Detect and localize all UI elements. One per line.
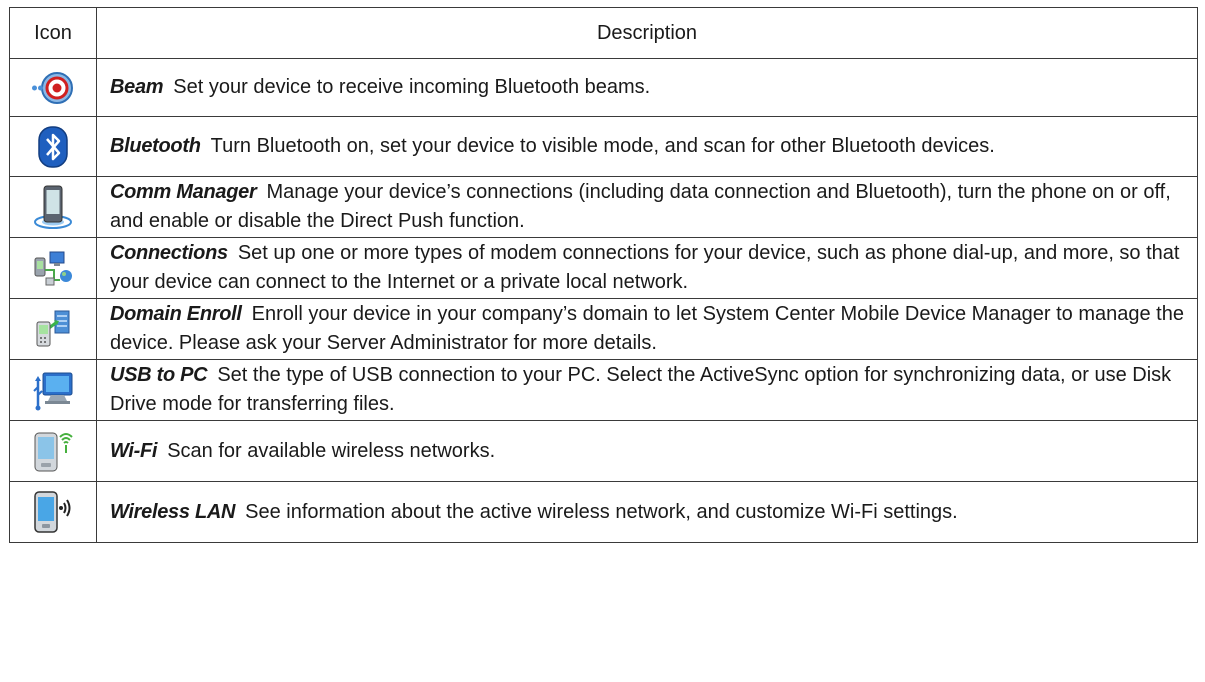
table-row: Connections Set up one or more types of m… (9, 237, 1198, 299)
term-label: Comm Manager (110, 181, 257, 203)
icon-cell (9, 116, 97, 177)
icon-cell (9, 237, 97, 299)
description-text: Scan for available wireless networks. (167, 439, 496, 462)
description-text: See information about the active wireles… (245, 500, 958, 523)
comm-manager-icon (34, 185, 72, 229)
table-row: Wireless LAN See information about the ac… (9, 481, 1198, 543)
table-row: Bluetooth Turn Bluetooth on, set your dev… (9, 116, 1198, 177)
description-column-header: Description (96, 7, 1198, 59)
connections-icon (34, 251, 72, 286)
term-label: Connections (110, 242, 228, 264)
table-row: Comm Manager Manage your device’s connect… (9, 176, 1198, 238)
wifi-icon (34, 432, 73, 472)
connections-icon-table: Icon Description Beam Set your device to … (9, 7, 1198, 543)
bluetooth-icon (38, 125, 68, 168)
description-text: Manage your device’s connections (includ… (110, 181, 1171, 232)
term-label: Wireless LAN (110, 500, 236, 523)
description-text: Set up one or more types of modem connec… (110, 242, 1180, 293)
table-row: Wi-Fi Scan for available wireless network… (9, 420, 1198, 482)
table-row: Beam Set your device to receive incoming … (9, 58, 1198, 117)
icon-cell (9, 298, 97, 360)
icon-cell (9, 176, 97, 238)
term-label: Beam (110, 76, 164, 98)
description-cell: Wi-Fi Scan for available wireless network… (96, 420, 1198, 482)
description-cell: Comm Manager Manage your device’s connect… (96, 176, 1198, 238)
description-cell: Bluetooth Turn Bluetooth on, set your dev… (96, 116, 1198, 177)
icon-cell (9, 481, 97, 543)
description-text: Set the type of USB connection to your P… (110, 364, 1172, 415)
beam-icon (32, 71, 73, 104)
domain-enroll-icon (36, 310, 70, 347)
icon-column-header: Icon (9, 7, 97, 59)
term-label: USB to PC (110, 364, 208, 386)
icon-cell (9, 58, 97, 117)
icon-cell (9, 359, 97, 421)
description-cell: Connections Set up one or more types of m… (96, 237, 1198, 299)
description-cell: USB to PC Set the type of USB connection … (96, 359, 1198, 421)
description-text: Enroll your device in your company’s dom… (110, 303, 1184, 354)
term-label: Wi-Fi (110, 439, 158, 462)
term-label: Domain Enroll (110, 303, 242, 325)
description-text: Set your device to receive incoming Blue… (173, 76, 651, 98)
description-cell: Wireless LAN See information about the ac… (96, 481, 1198, 543)
term-label: Bluetooth (110, 135, 201, 157)
usb-to-pc-icon (33, 372, 73, 411)
table-header-row: Icon Description (9, 7, 1198, 59)
table-row: USB to PC Set the type of USB connection … (9, 359, 1198, 421)
description-cell: Domain Enroll Enroll your device in your … (96, 298, 1198, 360)
table-row: Domain Enroll Enroll your device in your … (9, 298, 1198, 360)
wireless-lan-icon (34, 491, 71, 533)
description-cell: Beam Set your device to receive incoming … (96, 58, 1198, 117)
icon-cell (9, 420, 97, 482)
description-text: Turn Bluetooth on, set your device to vi… (210, 135, 995, 157)
